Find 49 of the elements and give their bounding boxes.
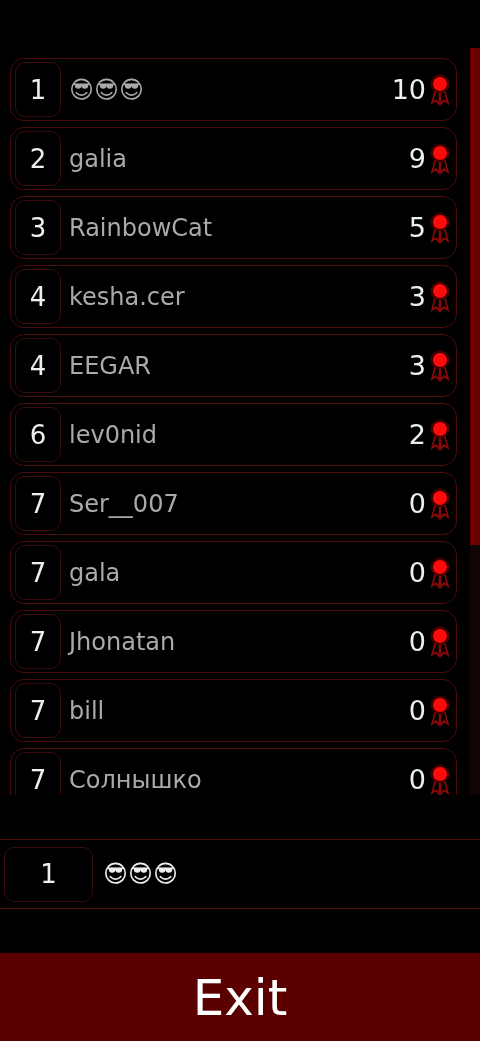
score-value: 0 [408, 695, 426, 726]
rank-number: 4 [15, 338, 61, 393]
rank-number: 7 [15, 614, 61, 669]
rank-number: 1 [15, 62, 61, 117]
rank-number: 7 [15, 683, 61, 738]
player-name: Ser__007 [69, 489, 180, 518]
score-value: 0 [408, 557, 426, 588]
score-value: 0 [408, 488, 426, 519]
scrollbar[interactable] [470, 48, 480, 795]
rank-number: 3 [15, 200, 61, 255]
score-value: 10 [391, 74, 426, 105]
score-value: 9 [408, 143, 426, 174]
award-ribbon-icon [430, 418, 450, 451]
rank-number: 4 [15, 269, 61, 324]
score-value: 0 [408, 764, 426, 795]
rank-number: 6 [15, 407, 61, 462]
award-ribbon-icon [430, 694, 450, 727]
score-value: 5 [408, 212, 426, 243]
player-name: Солнышко [69, 765, 203, 794]
rank-number: 2 [15, 131, 61, 186]
award-ribbon-icon [430, 349, 450, 382]
player-name: gala [69, 558, 122, 587]
rank-number: 7 [15, 545, 61, 600]
player-name: 😎😎😎 [69, 75, 146, 104]
rank-number: 7 [15, 476, 61, 531]
award-ribbon-icon [430, 73, 450, 106]
player-name: Jhonatan [69, 627, 177, 656]
rank-number: 7 [15, 752, 61, 795]
award-ribbon-icon [430, 487, 450, 520]
award-ribbon-icon [430, 142, 450, 175]
award-ribbon-icon [430, 556, 450, 589]
scrollbar-thumb[interactable] [470, 48, 480, 545]
player-name: galia [69, 144, 128, 173]
score-value: 3 [408, 350, 426, 381]
player-name: 😎😎😎 [103, 860, 180, 888]
player-name: lev0nid [69, 420, 159, 449]
award-ribbon-icon [430, 280, 450, 313]
award-ribbon-icon [430, 625, 450, 658]
player-name: bill [69, 696, 106, 725]
score-value: 2 [408, 419, 426, 450]
exit-button[interactable]: Exit [0, 953, 480, 1041]
award-ribbon-icon [430, 211, 450, 244]
player-name: kesha.cer [69, 282, 186, 311]
score-value: 3 [408, 281, 426, 312]
rank-number: 1 [4, 846, 93, 902]
award-ribbon-icon [430, 763, 450, 795]
player-name: RainbowCat [69, 213, 214, 242]
player-name: EEGAR [69, 351, 153, 380]
score-value: 0 [408, 626, 426, 657]
